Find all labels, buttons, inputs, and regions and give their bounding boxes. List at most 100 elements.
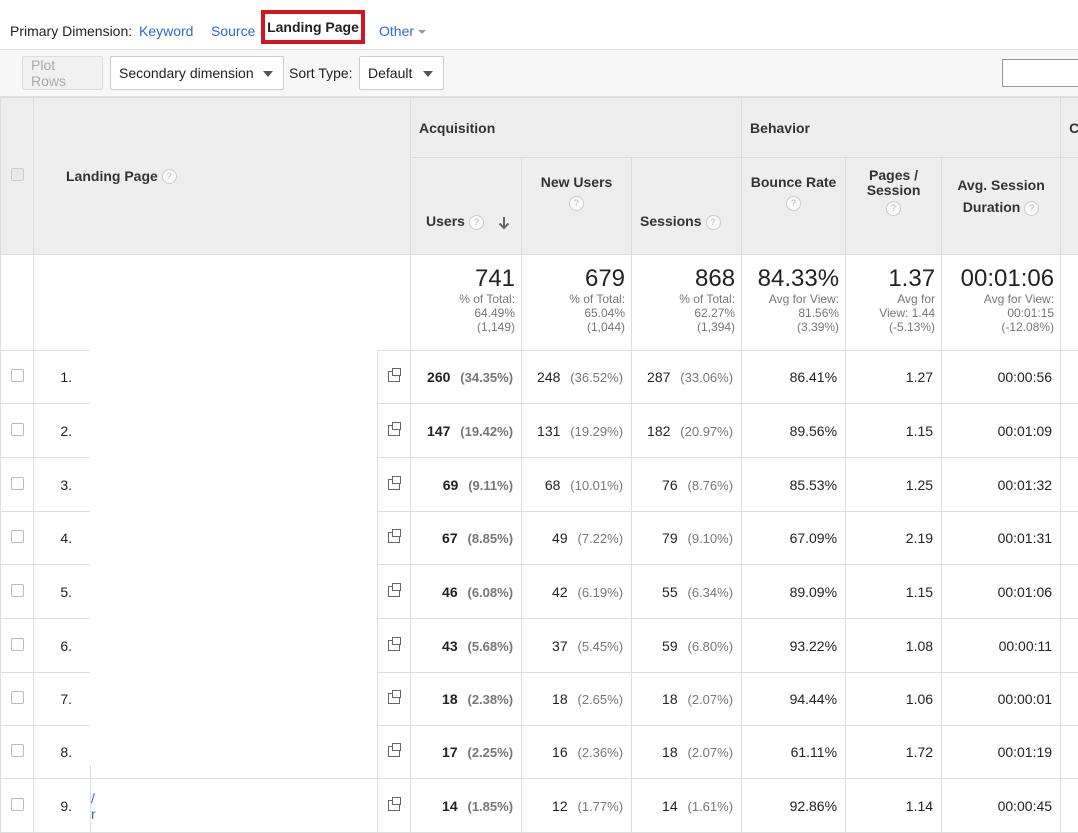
help-icon[interactable]: ? xyxy=(569,196,584,211)
landing-page-link[interactable]: /r xyxy=(91,790,377,822)
dimension-keyword-link[interactable]: Keyword xyxy=(139,23,193,39)
avg-duration-cell: 00:00:01 xyxy=(942,673,1061,726)
open-external-icon[interactable] xyxy=(388,693,400,704)
plot-rows-button[interactable]: Plot Rows xyxy=(22,56,103,90)
help-icon[interactable]: ? xyxy=(786,196,801,211)
open-page-cell xyxy=(378,404,411,458)
row-checkbox[interactable] xyxy=(11,798,24,811)
sessions-value: 182 xyxy=(647,423,670,439)
sessions-percent: (2.07%) xyxy=(688,692,734,707)
row-select-cell xyxy=(1,673,34,726)
bounce-rate-column-header[interactable]: Bounce Rate ? xyxy=(742,158,846,255)
new-users-value: 12 xyxy=(552,798,568,814)
dimension-other-dropdown[interactable]: Other xyxy=(379,23,426,39)
total-sessions-caption: % of Total: xyxy=(632,292,735,306)
users-header-label: Users xyxy=(426,213,465,229)
avg-duration-cell: 00:01:31 xyxy=(942,512,1061,565)
conversions-cell xyxy=(1061,512,1078,565)
pages-session-column-header[interactable]: Pages / Session ? xyxy=(846,158,942,255)
users-cell: 17 (2.25%) xyxy=(411,726,522,779)
avg-duration-cell: 00:00:56 xyxy=(942,351,1061,404)
dimension-source-link[interactable]: Source xyxy=(211,23,255,39)
help-icon[interactable]: ? xyxy=(469,215,484,230)
sessions-value: 55 xyxy=(662,584,678,600)
row-checkbox[interactable] xyxy=(11,369,24,382)
new-users-percent: (2.65%) xyxy=(578,692,624,707)
open-external-icon[interactable] xyxy=(388,800,400,811)
row-checkbox[interactable] xyxy=(11,530,24,543)
users-value: 18 xyxy=(442,691,458,707)
total-pages-session-value: 1.37 xyxy=(846,266,935,292)
dimension-landing-page-selected[interactable]: Landing Page xyxy=(261,10,365,44)
avg-duration-cell: 00:01:19 xyxy=(942,726,1061,779)
avg-duration-cell: 00:01:32 xyxy=(942,458,1061,512)
help-icon[interactable]: ? xyxy=(162,169,177,184)
open-external-icon[interactable] xyxy=(388,479,400,490)
sessions-column-header[interactable]: Sessions? xyxy=(632,158,742,255)
total-bounce-rate-diff: (3.39%) xyxy=(742,320,839,334)
users-percent: (2.25%) xyxy=(468,745,514,760)
bounce-rate-cell: 93.22% xyxy=(742,619,846,673)
pages-session-header-line2: Session xyxy=(846,183,941,198)
row-checkbox[interactable] xyxy=(11,584,24,597)
row-checkbox[interactable] xyxy=(11,691,24,704)
select-all-checkbox[interactable] xyxy=(11,168,24,181)
pages-session-cell: 1.08 xyxy=(846,619,942,673)
open-external-icon[interactable] xyxy=(388,371,400,382)
sessions-cell: 18 (2.07%) xyxy=(632,673,742,726)
table-toolbar: Plot Rows Secondary dimension Sort Type:… xyxy=(0,50,1078,97)
open-external-icon[interactable] xyxy=(388,640,400,651)
primary-dimension-label: Primary Dimension: xyxy=(10,23,132,39)
total-avg-duration-caption: Avg for View: xyxy=(942,292,1054,306)
open-external-icon[interactable] xyxy=(388,746,400,757)
avg-duration-cell: 00:01:06 xyxy=(942,565,1061,619)
total-avg-duration: 00:01:06 Avg for View: 00:01:15 (-12.08%… xyxy=(942,255,1061,351)
bounce-rate-cell: 85.53% xyxy=(742,458,846,512)
row-index: 9. xyxy=(34,779,91,833)
pages-session-cell: 1.15 xyxy=(846,565,942,619)
bounce-rate-cell: 92.86% xyxy=(742,779,846,833)
row-checkbox[interactable] xyxy=(11,477,24,490)
row-select-cell xyxy=(1,619,34,673)
row-checkbox[interactable] xyxy=(11,423,24,436)
avg-session-duration-column-header[interactable]: Avg. Session Duration? xyxy=(942,158,1061,255)
users-cell: 260 (34.35%) xyxy=(411,351,522,404)
open-external-icon[interactable] xyxy=(388,532,400,543)
avg-duration-cell: 00:01:09 xyxy=(942,404,1061,458)
open-external-icon[interactable] xyxy=(388,425,400,436)
table-search-input[interactable] xyxy=(1002,59,1078,87)
chevron-down-icon xyxy=(423,71,433,77)
users-column-header[interactable]: Users? xyxy=(411,158,522,255)
total-sessions-base: (1,394) xyxy=(632,320,735,334)
new-users-percent: (5.45%) xyxy=(578,639,624,654)
help-icon[interactable]: ? xyxy=(706,215,721,230)
help-icon[interactable]: ? xyxy=(886,201,901,216)
sort-type-value: Default xyxy=(368,65,412,81)
landing-page-header[interactable]: Landing Page? xyxy=(34,98,411,255)
new-users-percent: (7.22%) xyxy=(578,531,624,546)
row-index: 3. xyxy=(34,458,91,512)
total-avg-duration-view: 00:01:15 xyxy=(942,306,1054,320)
sessions-value: 14 xyxy=(662,798,678,814)
secondary-dimension-label: Secondary dimension xyxy=(119,65,254,81)
secondary-dimension-dropdown[interactable]: Secondary dimension xyxy=(110,56,284,90)
new-users-cell: 37 (5.45%) xyxy=(522,619,632,673)
sort-type-dropdown[interactable]: Default xyxy=(359,56,444,90)
users-percent: (9.11%) xyxy=(468,478,513,493)
sessions-cell: 79 (9.10%) xyxy=(632,512,742,565)
open-page-cell xyxy=(378,458,411,512)
row-index: 5. xyxy=(34,565,91,619)
total-users-value: 741 xyxy=(411,266,515,292)
behavior-label: Behavior xyxy=(750,120,810,136)
pages-session-cell: 1.15 xyxy=(846,404,942,458)
row-index: 7. xyxy=(34,673,91,726)
users-percent: (1.85%) xyxy=(468,799,514,814)
row-checkbox[interactable] xyxy=(11,638,24,651)
total-new-users-percent: 65.04% xyxy=(522,306,625,320)
row-checkbox[interactable] xyxy=(11,744,24,757)
new-users-percent: (36.52%) xyxy=(570,370,623,385)
new-users-column-header[interactable]: New Users ? xyxy=(522,158,632,255)
open-external-icon[interactable] xyxy=(388,586,400,597)
help-icon[interactable]: ? xyxy=(1024,201,1039,216)
pages-session-cell: 1.14 xyxy=(846,779,942,833)
